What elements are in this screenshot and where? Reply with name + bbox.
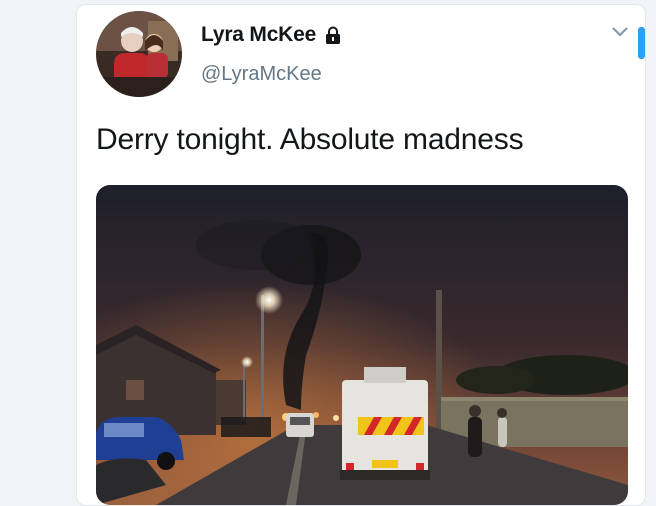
scrollbar[interactable] bbox=[638, 27, 645, 59]
lock-icon bbox=[324, 26, 342, 44]
tweet-card: Lyra McKee @LyraMcKee Derry tonight. Abs… bbox=[76, 4, 646, 506]
user-handle[interactable]: @LyraMcKee bbox=[201, 63, 322, 86]
avatar[interactable] bbox=[96, 11, 182, 97]
tweet-photo[interactable] bbox=[96, 185, 628, 505]
display-name[interactable]: Lyra McKee bbox=[201, 23, 316, 47]
tweet-text: Derry tonight. Absolute madness bbox=[96, 123, 524, 156]
chevron-down-icon[interactable] bbox=[611, 25, 629, 39]
author-row[interactable]: Lyra McKee bbox=[201, 23, 342, 47]
